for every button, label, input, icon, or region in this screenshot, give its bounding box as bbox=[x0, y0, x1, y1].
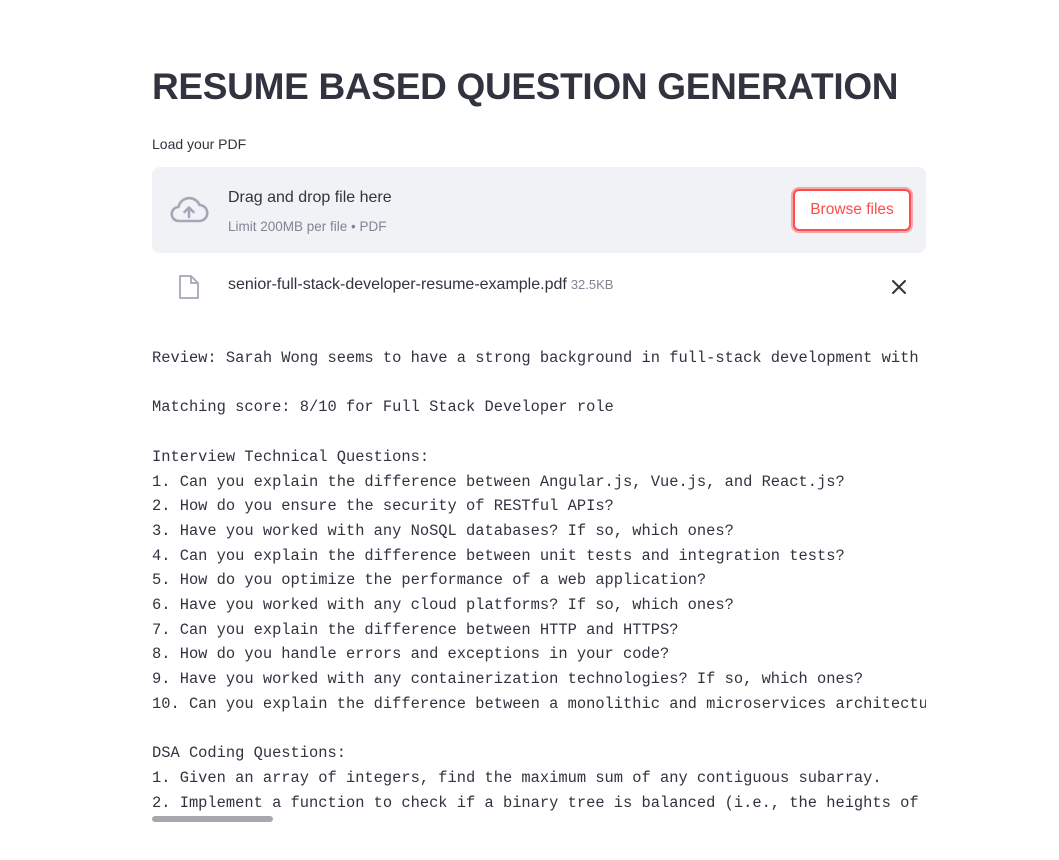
close-icon bbox=[888, 280, 910, 301]
file-name-text: senior-full-stack-developer-resume-examp… bbox=[228, 276, 567, 293]
technical-question: 6. Have you worked with any cloud platfo… bbox=[152, 596, 734, 615]
dsa-questions-heading: DSA Coding Questions: bbox=[152, 744, 346, 763]
technical-question: 4. Can you explain the difference betwee… bbox=[152, 546, 845, 565]
technical-question: 2. How do you ensure the security of RES… bbox=[152, 497, 614, 516]
technical-questions-heading: Interview Technical Questions: bbox=[152, 447, 430, 466]
technical-question: 1. Can you explain the difference betwee… bbox=[152, 472, 845, 491]
technical-question: 8. How do you handle errors and exceptio… bbox=[152, 645, 670, 664]
file-icon bbox=[178, 274, 200, 300]
generated-output[interactable]: Review: Sarah Wong seems to have a stron… bbox=[152, 346, 926, 826]
review-line: Review: Sarah Wong seems to have a stron… bbox=[152, 349, 919, 367]
uploaded-file-item: senior-full-stack-developer-resume-examp… bbox=[152, 268, 926, 304]
page-title: RESUME BASED QUESTION GENERATION bbox=[152, 66, 899, 107]
technical-question: 9. Have you worked with any containeriza… bbox=[152, 670, 864, 689]
dropzone-limit-text: Limit 200MB per file • PDF bbox=[228, 219, 387, 234]
file-dropzone[interactable]: Drag and drop file here Limit 200MB per … bbox=[152, 167, 926, 253]
dsa-question: 1. Given an array of integers, find the … bbox=[152, 768, 882, 787]
file-size: 32.5KB bbox=[570, 277, 614, 292]
matching-score-line: Matching score: 8/10 for Full Stack Deve… bbox=[152, 398, 614, 417]
uploader-label: Load your PDF bbox=[152, 136, 247, 152]
output-text: Review: Sarah Wong seems to have a stron… bbox=[152, 346, 926, 815]
horizontal-scrollbar-thumb[interactable] bbox=[152, 816, 273, 822]
technical-question: 7. Can you explain the difference betwee… bbox=[152, 620, 679, 639]
dropzone-instructions: Drag and drop file here bbox=[228, 189, 392, 206]
technical-question: 3. Have you worked with any NoSQL databa… bbox=[152, 521, 734, 540]
browse-files-button[interactable]: Browse files bbox=[793, 189, 911, 231]
cloud-upload-icon bbox=[168, 194, 210, 226]
technical-question: 10. Can you explain the difference betwe… bbox=[152, 694, 926, 713]
remove-file-button[interactable] bbox=[888, 276, 910, 298]
file-name: senior-full-stack-developer-resume-examp… bbox=[228, 276, 613, 294]
technical-question: 5. How do you optimize the performance o… bbox=[152, 571, 707, 590]
horizontal-scrollbar[interactable] bbox=[152, 815, 926, 823]
dsa-question: 2. Implement a function to check if a bi… bbox=[152, 793, 919, 812]
